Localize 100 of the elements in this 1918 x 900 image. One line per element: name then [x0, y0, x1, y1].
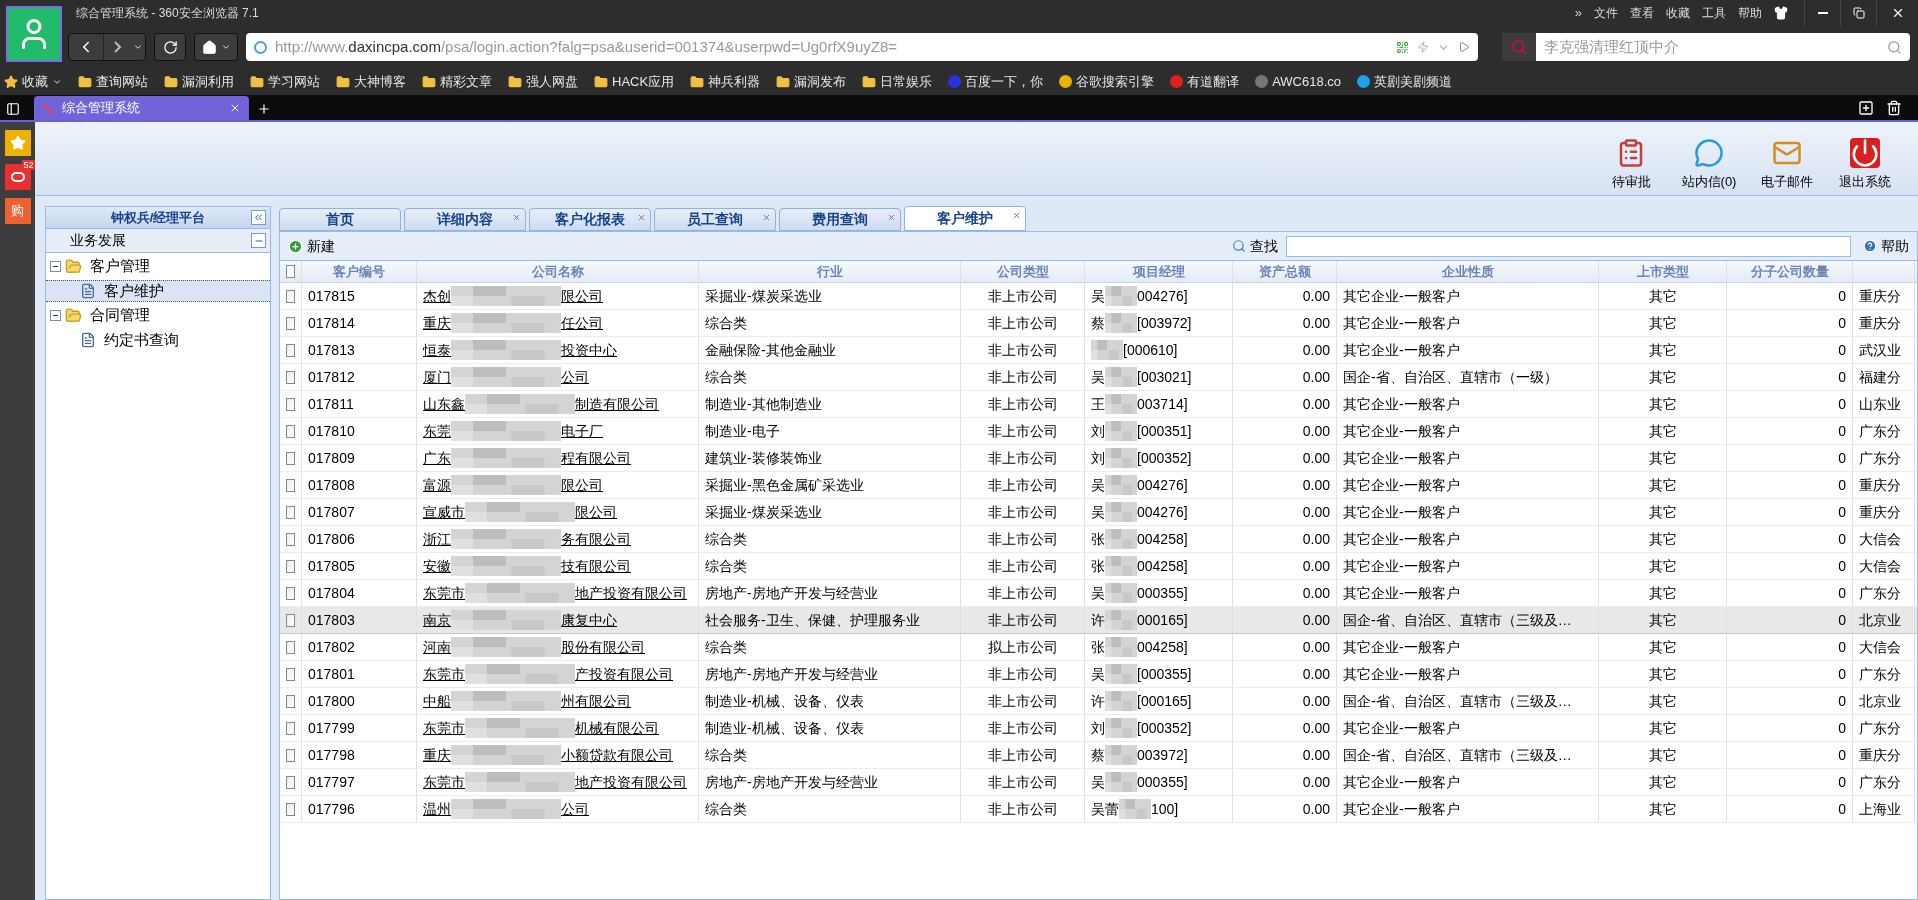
select-all-checkbox[interactable]: [286, 265, 295, 278]
company-link[interactable]: 康复中心: [561, 609, 617, 631]
new-tab-icon[interactable]: [257, 102, 271, 116]
company-link[interactable]: 山东鑫: [423, 393, 465, 415]
bookmark-link[interactable]: 查询网站: [96, 71, 148, 92]
company-link[interactable]: 股份有限公司: [561, 636, 645, 658]
bookmark-link[interactable]: 漏洞利用: [182, 71, 234, 92]
company-link[interactable]: 东莞市: [423, 771, 465, 793]
company-link[interactable]: 地产投资有限公司: [575, 582, 687, 604]
menu-item[interactable]: 文件: [1594, 4, 1618, 22]
tab[interactable]: 客户化报表: [529, 208, 651, 231]
table-row[interactable]: 017807 宣威市 限公司 采掘业-煤炭采选业 非上市公司 吴 004276] 0.00 其它企业-一般客户 其它 0 重庆分: [280, 499, 1917, 526]
table-row[interactable]: 017805 安徽 技有限公司 综合类 非上市公司 张 004258] 0.00 其它企业-一般客户 其它 0 大信会: [280, 553, 1917, 580]
table-row[interactable]: 017798 重庆 小额贷款有限公司 综合类 非上市公司 蔡 003972] 0.00 国企-省、自治区、直辖市（三级及… 其它 0 重庆分: [280, 742, 1917, 769]
bookmark-link[interactable]: 谷歌搜索引擎: [1076, 71, 1155, 92]
table-row[interactable]: 017815 杰创 限公司 采掘业-煤炭采选业 非上市公司 吴 004276] 0.00 其它企业-一般客户 其它 0 重庆分: [280, 283, 1917, 310]
search-input[interactable]: 李克强清理红顶中介: [1536, 35, 1887, 59]
row-checkbox[interactable]: [286, 694, 295, 708]
row-checkbox[interactable]: [286, 775, 295, 789]
collapse-icon[interactable]: [50, 310, 61, 321]
table-row[interactable]: 017811 山东鑫 制造有限公司 制造业-其他制造业 非上市公司 王 003714] 0.00 其它企业-一般客户 其它 0 山东业: [280, 391, 1917, 418]
row-checkbox[interactable]: [286, 505, 295, 519]
company-link[interactable]: 程有限公司: [561, 447, 631, 469]
new-button[interactable]: 新建: [288, 235, 335, 257]
company-link[interactable]: 河南: [423, 636, 451, 658]
tree-folder[interactable]: 客户管理: [90, 255, 150, 278]
company-link[interactable]: 东莞市: [423, 717, 465, 739]
collapse-icon[interactable]: [50, 261, 61, 272]
restore-tab-icon[interactable]: [1858, 100, 1874, 116]
company-link[interactable]: 东莞市: [423, 663, 465, 685]
menu-item[interactable]: 查看: [1630, 4, 1654, 22]
header-action[interactable]: 退出系统: [1828, 137, 1902, 191]
bookmark-link[interactable]: 大神博客: [354, 71, 406, 92]
company-link[interactable]: 广东: [423, 447, 451, 469]
company-link[interactable]: 杰创: [423, 285, 451, 307]
close-icon[interactable]: [637, 213, 646, 222]
row-checkbox[interactable]: [286, 748, 295, 762]
company-link[interactable]: 电子厂: [561, 420, 603, 442]
company-link[interactable]: 浙江: [423, 528, 451, 550]
table-row[interactable]: 017808 富源 限公司 采掘业-黑色金属矿采选业 非上市公司 吴 004276] 0.00 其它企业-一般客户 其它 0 重庆分: [280, 472, 1917, 499]
header-action[interactable]: 站内信(0): [1672, 137, 1746, 191]
row-checkbox[interactable]: [286, 343, 295, 357]
company-link[interactable]: 东莞市: [423, 582, 465, 604]
company-link[interactable]: 任公司: [561, 312, 603, 334]
bookmark-link[interactable]: 百度一下，你: [965, 71, 1044, 92]
company-link[interactable]: 中船: [423, 690, 451, 712]
company-link[interactable]: 厦门: [423, 366, 451, 388]
company-link[interactable]: 公司: [561, 366, 589, 388]
company-link[interactable]: 限公司: [561, 285, 603, 307]
table-row[interactable]: 017796 温州 公司 综合类 非上市公司 吴蕾 100] 0.00 其它企业-一般客户 其它 0 上海业: [280, 796, 1917, 823]
row-checkbox[interactable]: [286, 478, 295, 492]
bookmark-link[interactable]: 神兵利器: [708, 71, 761, 92]
row-checkbox[interactable]: [286, 532, 295, 546]
company-link[interactable]: 技有限公司: [561, 555, 631, 577]
row-checkbox[interactable]: [286, 316, 295, 330]
help-button[interactable]: 帮助: [1863, 235, 1909, 257]
menu-item[interactable]: 收藏: [1666, 4, 1690, 22]
row-checkbox[interactable]: [286, 559, 295, 573]
search-field[interactable]: [1286, 235, 1851, 257]
close-icon[interactable]: [512, 213, 521, 222]
company-link[interactable]: 投资中心: [561, 339, 617, 361]
table-row[interactable]: 017802 河南 股份有限公司 综合类 拟上市公司 张 004258] 0.00 其它企业-一般客户 其它 0 大信会: [280, 634, 1917, 661]
row-checkbox[interactable]: [286, 451, 295, 465]
company-link[interactable]: 富源: [423, 474, 451, 496]
row-checkbox[interactable]: [286, 397, 295, 411]
bookmark-link[interactable]: 强人网盘: [526, 71, 578, 92]
row-checkbox[interactable]: [286, 640, 295, 654]
bookmark-link[interactable]: 学习网站: [268, 71, 320, 92]
bookmark-link[interactable]: AWC618.co: [1272, 71, 1341, 92]
favorites-button[interactable]: [4, 130, 31, 156]
table-row[interactable]: 017814 重庆 任公司 综合类 非上市公司 蔡 [003972] 0.00 其它企业-一般客户 其它 0 重庆分: [280, 310, 1917, 337]
bookmark-link[interactable]: 英剧美剧频道: [1374, 71, 1452, 92]
header-action[interactable]: 电子邮件: [1750, 137, 1824, 191]
company-link[interactable]: 安徽: [423, 555, 451, 577]
company-link[interactable]: 重庆: [423, 312, 451, 334]
company-link[interactable]: 公司: [561, 798, 589, 820]
row-checkbox[interactable]: [286, 424, 295, 438]
table-row[interactable]: 017812 厦门 公司 综合类 非上市公司 吴 [003021] 0.00 国企-省、自治区、直辖市（一级） 其它 0 福建分: [280, 364, 1917, 391]
table-row[interactable]: 017799 东莞市 机械有限公司 制造业-机械、设备、仪表 非上市公司 刘 [000352] 0.00 其它企业-一般客户 其它 0 广东分: [280, 715, 1917, 742]
row-checkbox[interactable]: [286, 667, 295, 681]
company-link[interactable]: 产投资有限公司: [575, 663, 673, 685]
company-link[interactable]: 宣威市: [423, 501, 465, 523]
tab[interactable]: 费用查询: [779, 208, 901, 231]
close-icon[interactable]: [762, 213, 771, 222]
company-link[interactable]: 州有限公司: [561, 690, 631, 712]
collapse-section-button[interactable]: [251, 233, 266, 248]
skin-icon[interactable]: [1774, 6, 1788, 20]
company-link[interactable]: 恒泰: [423, 339, 451, 361]
company-link[interactable]: 南京: [423, 609, 451, 631]
menu-item[interactable]: 帮助: [1738, 4, 1762, 22]
table-row[interactable]: 017806 浙江 务有限公司 综合类 非上市公司 张 004258] 0.00 其它企业-一般客户 其它 0 大信会: [280, 526, 1917, 553]
home-button[interactable]: [194, 33, 238, 61]
table-row[interactable]: 017797 东莞市 地产投资有限公司 房地产-房地产开发与经营业 非上市公司 吴 000355] 0.00 其它企业-一般客户 其它 0 广东分: [280, 769, 1917, 796]
tree-item[interactable]: 客户维护: [46, 280, 270, 302]
tab[interactable]: 详细内容: [404, 208, 526, 231]
company-link[interactable]: 制造有限公司: [575, 393, 659, 415]
close-icon[interactable]: [1012, 211, 1021, 220]
company-link[interactable]: 东莞: [423, 420, 451, 442]
company-link[interactable]: 小额贷款有限公司: [561, 744, 673, 766]
trash-icon[interactable]: [1886, 100, 1902, 116]
